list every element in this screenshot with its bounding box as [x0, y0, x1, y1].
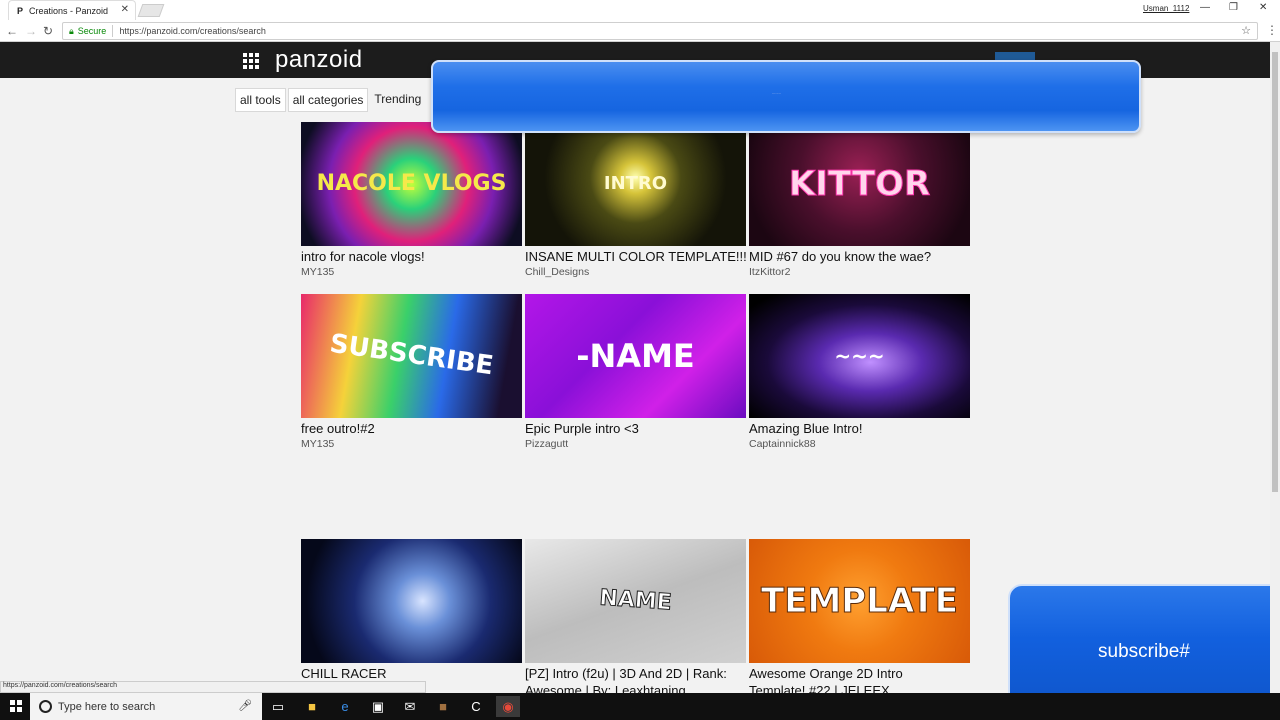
thumbnail-text: -NAME [576, 336, 695, 375]
window-close-icon[interactable]: ✕ [1259, 2, 1267, 13]
microphone-icon[interactable]: 🎤︎ [238, 699, 252, 712]
thumbnail-text: KITTOR [788, 163, 931, 204]
creation-card[interactable]: SUBSCRIBE free outro!#2 MY135 [301, 294, 522, 450]
banner-text: ........ [772, 90, 781, 95]
creation-title[interactable]: Epic Purple intro <3 [525, 420, 746, 437]
creation-card[interactable]: ~~~ Amazing Blue Intro! Captainnick88 [749, 294, 970, 450]
minecraft-icon[interactable]: ■ [431, 696, 455, 717]
filter-all-categories[interactable]: all categories [287, 88, 369, 112]
creation-author[interactable]: ItzKittor2 [749, 266, 970, 278]
thumbnail-text: ~~~ [834, 344, 885, 368]
creation-author[interactable]: Pizzagutt [525, 438, 746, 450]
creation-title[interactable]: Amazing Blue Intro! [749, 420, 970, 437]
creation-title[interactable]: [PZ] Intro (f2u) | 3D And 2D | Rank: [525, 665, 746, 682]
creation-thumbnail[interactable]: TEMPLATE [749, 539, 970, 663]
store-icon[interactable]: ▣ [366, 696, 390, 717]
creation-thumbnail[interactable]: NAME [525, 539, 746, 663]
thumbnail-text: TEMPLATE [761, 580, 959, 621]
thumbnail-text: NAME [598, 585, 673, 616]
secure-label: Secure [77, 26, 107, 36]
overlay-banner [431, 60, 1141, 133]
address-bar[interactable]: 🔒︎ Secure https://panzoid.com/creations/… [62, 22, 1258, 40]
panzoid-favicon-icon: P [17, 5, 24, 16]
close-tab-icon[interactable]: ✕ [121, 4, 129, 15]
bookmark-star-icon[interactable]: ☆ [1241, 24, 1251, 37]
divider [112, 25, 114, 37]
creation-title[interactable]: intro for nacole vlogs! [301, 248, 522, 265]
status-bar: https://panzoid.com/creations/search [0, 681, 426, 693]
thumbnail-text: SUBSCRIBE [327, 329, 496, 382]
creation-title[interactable]: Awesome Orange 2D Intro [749, 665, 970, 682]
file-explorer-icon[interactable]: ■ [300, 696, 324, 717]
creation-title[interactable]: MID #67 do you know the wae? [749, 248, 970, 265]
creation-title[interactable]: INSANE MULTI COLOR TEMPLATE!!! [525, 248, 747, 265]
thumbnail-text: NACOLE VLOGS [316, 170, 507, 196]
creation-card[interactable]: NAME [PZ] Intro (f2u) | 3D And 2D | Rank:… [525, 539, 746, 699]
creation-author[interactable]: MY135 [301, 438, 522, 450]
creation-card[interactable]: TEMPLATE Awesome Orange 2D Intro Template!… [749, 539, 970, 699]
creation-thumbnail[interactable]: NACOLE VLOGS [301, 122, 522, 246]
creation-thumbnail[interactable]: INTRO [525, 122, 746, 246]
browser-tab[interactable]: P Creations - Panzoid ✕ [8, 0, 136, 20]
creation-card[interactable]: NACOLE VLOGS intro for nacole vlogs! MY135 [301, 122, 522, 278]
creation-title[interactable]: free outro!#2 [301, 420, 522, 437]
site-logo[interactable]: panzoid [275, 46, 363, 74]
creation-author[interactable]: Chill_Designs [525, 266, 746, 278]
tab-title: Creations - Panzoid [29, 5, 109, 16]
app-c-icon[interactable]: C [464, 696, 488, 717]
mail-icon[interactable]: ✉ [398, 696, 422, 717]
scrollbar-thumb[interactable] [1272, 52, 1278, 492]
new-tab-button[interactable] [137, 4, 165, 17]
creation-thumbnail[interactable]: -NAME [525, 294, 746, 418]
profile-name[interactable]: Usman_1112 [1143, 4, 1189, 13]
creation-thumbnail[interactable]: ~~~ [749, 294, 970, 418]
taskbar-search[interactable]: Type here to search 🎤︎ [30, 693, 262, 720]
forward-icon[interactable]: → [25, 24, 37, 38]
chrome-icon[interactable]: ◉ [496, 696, 520, 717]
filter-trending[interactable]: Trending [370, 88, 426, 112]
filter-all-tools[interactable]: all tools [235, 88, 286, 112]
search-placeholder: Type here to search [58, 700, 156, 713]
thumbnail-text: INTRO [603, 173, 668, 195]
cortana-icon [39, 700, 52, 713]
reload-icon[interactable]: ↻ [43, 24, 53, 38]
creation-card[interactable]: CHILL RACER [301, 539, 522, 682]
creation-thumbnail[interactable] [301, 539, 522, 663]
creation-card[interactable]: INTRO INSANE MULTI COLOR TEMPLATE!!! Chill… [525, 122, 747, 278]
creation-thumbnail[interactable]: SUBSCRIBE [301, 294, 522, 418]
restore-icon[interactable]: ❐ [1229, 2, 1238, 13]
lock-icon: 🔒︎ [69, 25, 74, 36]
url-text[interactable]: https://panzoid.com/creations/search [119, 26, 266, 36]
creation-title[interactable]: CHILL RACER [301, 665, 522, 682]
browser-titlebar: P Creations - Panzoid ✕ Usman_1112 — ❐ ✕ [0, 0, 1280, 20]
browser-toolbar: ← → ↻ 🔒︎ Secure https://panzoid.com/crea… [0, 20, 1280, 42]
creation-author[interactable]: Captainnick88 [749, 438, 970, 450]
browser-menu-icon[interactable]: ⋮ [1266, 23, 1278, 37]
windows-start-icon[interactable] [10, 700, 22, 712]
windows-taskbar: Type here to search 🎤︎ ▭ ■ e ▣ ✉ ■ C ◉ [0, 693, 1280, 720]
task-view-icon[interactable]: ▭ [266, 696, 290, 717]
minimize-icon[interactable]: — [1200, 2, 1210, 13]
edge-icon[interactable]: e [333, 696, 357, 717]
apps-grid-icon[interactable] [243, 53, 259, 69]
creation-card[interactable]: -NAME Epic Purple intro <3 Pizzagutt [525, 294, 746, 450]
creation-thumbnail[interactable]: KITTOR [749, 122, 970, 246]
back-icon[interactable]: ← [6, 24, 18, 38]
creation-author[interactable]: MY135 [301, 266, 522, 278]
creation-card[interactable]: KITTOR MID #67 do you know the wae? ItzKit… [749, 122, 970, 278]
filter-bar: all tools all categories Trending L [235, 88, 443, 112]
